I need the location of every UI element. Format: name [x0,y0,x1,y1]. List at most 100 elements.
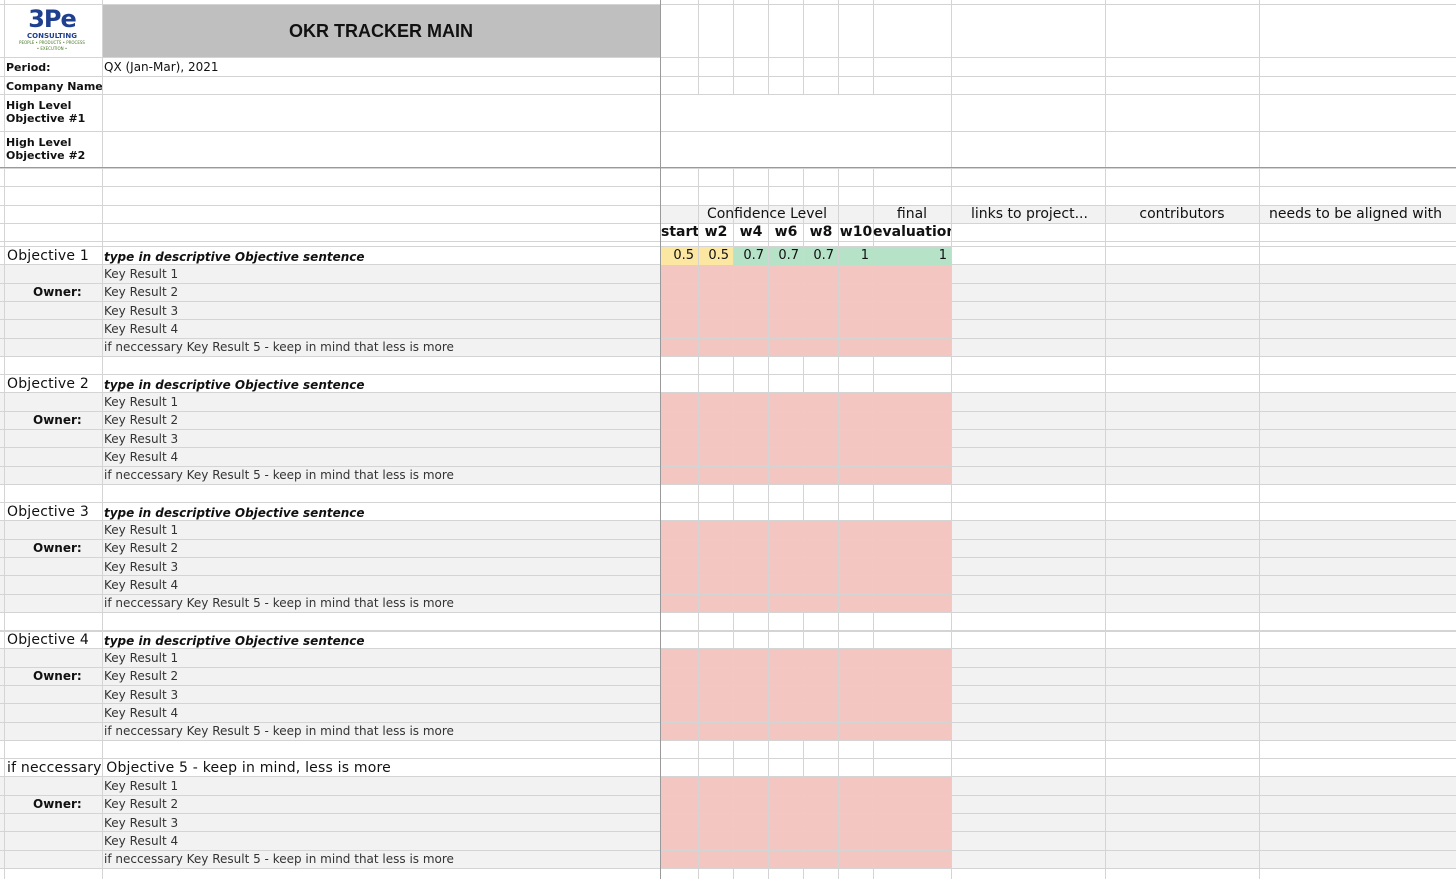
owner-label: Owner: [33,286,82,299]
key-result-2[interactable]: Key Result 2 [104,669,654,685]
key-results-band-right [951,777,1456,868]
grid-line [951,0,952,879]
key-results-band-right [951,649,1456,740]
objective-title[interactable]: Objective 4 [7,632,102,649]
grid-line [0,411,1456,412]
grid-line [0,795,1456,796]
objective-sentence[interactable]: type in descriptive Objective sentence [104,634,654,649]
key-result-5[interactable]: if neccessary Key Result 5 - keep in min… [104,724,654,740]
grid-line [803,0,804,94]
key-result-5[interactable]: if neccessary Key Result 5 - keep in min… [104,852,654,868]
grid-line [838,168,839,879]
week-header-w2: w2 [704,224,728,240]
key-result-4[interactable]: Key Result 4 [104,450,654,466]
objective-sentence[interactable]: type in descriptive Objective sentence [104,378,654,393]
key-result-3[interactable]: Key Result 3 [104,304,654,320]
grid-line [1259,0,1260,879]
grid-line [102,0,103,879]
objective-sentence[interactable]: type in descriptive Objective sentence [104,506,654,521]
confidence-grid [660,777,951,868]
objective-title[interactable]: Objective 1 [7,248,102,265]
grid-line [0,758,1456,759]
key-results-band-right [951,393,1456,484]
grid-line [4,0,5,879]
period-label: Period: [6,61,51,74]
grid-line [838,0,839,94]
confidence-value-w2[interactable]: 0.5 [699,247,733,265]
grid-line [0,667,1456,668]
grid-line [803,168,804,879]
key-result-3[interactable]: Key Result 3 [104,816,654,832]
final-header: final [896,206,928,222]
confidence-value-start[interactable]: 0.5 [661,247,698,265]
confidence-value-w10[interactable]: 1 [839,247,873,265]
grid-line [0,374,1456,375]
grid-line [0,57,1456,58]
key-result-4[interactable]: Key Result 4 [104,578,654,594]
confidence-value-w8[interactable]: 0.7 [804,247,838,265]
owner-label: Owner: [33,542,82,555]
key-result-5[interactable]: if neccessary Key Result 5 - keep in min… [104,340,654,356]
key-result-1[interactable]: Key Result 1 [104,651,654,667]
high-level-objective-2-input[interactable] [104,132,654,167]
key-result-1[interactable]: Key Result 1 [104,779,654,795]
grid-line [873,0,874,94]
key-results-band-right [951,521,1456,612]
confidence-level-header: Confidence Level [706,206,828,222]
grid-line [768,168,769,879]
grid-line [1105,0,1106,879]
contributors-header: contributors [1139,206,1225,222]
key-result-3[interactable]: Key Result 3 [104,688,654,704]
objective-sentence[interactable]: type in descriptive Objective sentence [104,250,654,265]
final-evaluation-value[interactable]: 1 [873,247,951,265]
week-header-start: start [661,224,698,240]
objective-title[interactable]: Objective 3 [7,504,102,521]
company-name-input[interactable] [104,77,654,93]
key-result-1[interactable]: Key Result 1 [104,523,654,539]
objective-title[interactable]: Objective 2 [7,376,102,393]
key-result-3[interactable]: Key Result 3 [104,432,654,448]
key-results-band-right [951,265,1456,356]
key-result-5[interactable]: if neccessary Key Result 5 - keep in min… [104,468,654,484]
grid-line [0,722,1456,723]
key-result-5[interactable]: if neccessary Key Result 5 - keep in min… [104,596,654,612]
objective-title[interactable]: if neccessary Objective 5 - keep in mind… [7,760,657,777]
key-result-3[interactable]: Key Result 3 [104,560,654,576]
grid-line [698,0,699,94]
grid-line [873,168,874,879]
spreadsheet: 3Pe CONSULTING PEOPLE • PRODUCTS • PROCESS… [0,0,1456,879]
company-logo: 3Pe CONSULTING PEOPLE • PRODUCTS • PROCESS… [10,6,94,56]
week-header-w8: w8 [809,224,833,240]
confidence-value-w6[interactable]: 0.7 [769,247,803,265]
grid-line [698,168,699,879]
key-result-2[interactable]: Key Result 2 [104,413,654,429]
grid-line [0,631,1456,632]
key-result-2[interactable]: Key Result 2 [104,541,654,557]
confidence-grid [660,649,951,740]
company-name-label: Company Name: [6,80,102,93]
key-result-1[interactable]: Key Result 1 [104,395,654,411]
grid-line [0,168,1456,169]
key-result-4[interactable]: Key Result 4 [104,322,654,338]
logo-tagline-2: • EXECUTION • [36,46,68,51]
grid-line [0,502,1456,503]
grid-line [0,539,1456,540]
links-header: links to project... [971,206,1088,222]
grid-line [0,283,1456,284]
confidence-value-w4[interactable]: 0.7 [734,247,768,265]
key-result-2[interactable]: Key Result 2 [104,797,654,813]
grid-line [768,0,769,94]
confidence-grid [660,521,951,612]
grid-line [0,850,1456,851]
page-title: OKR TRACKER MAIN [289,21,473,41]
key-result-4[interactable]: Key Result 4 [104,706,654,722]
key-result-4[interactable]: Key Result 4 [104,834,654,850]
confidence-grid [660,265,951,356]
grid-line [0,241,1456,242]
key-result-1[interactable]: Key Result 1 [104,267,654,283]
key-result-2[interactable]: Key Result 2 [104,285,654,301]
grid-line [0,466,1456,467]
grid-line [0,338,1456,339]
high-level-objective-1-input[interactable] [104,95,654,130]
period-value[interactable]: QX (Jan-Mar), 2021 [104,60,654,75]
